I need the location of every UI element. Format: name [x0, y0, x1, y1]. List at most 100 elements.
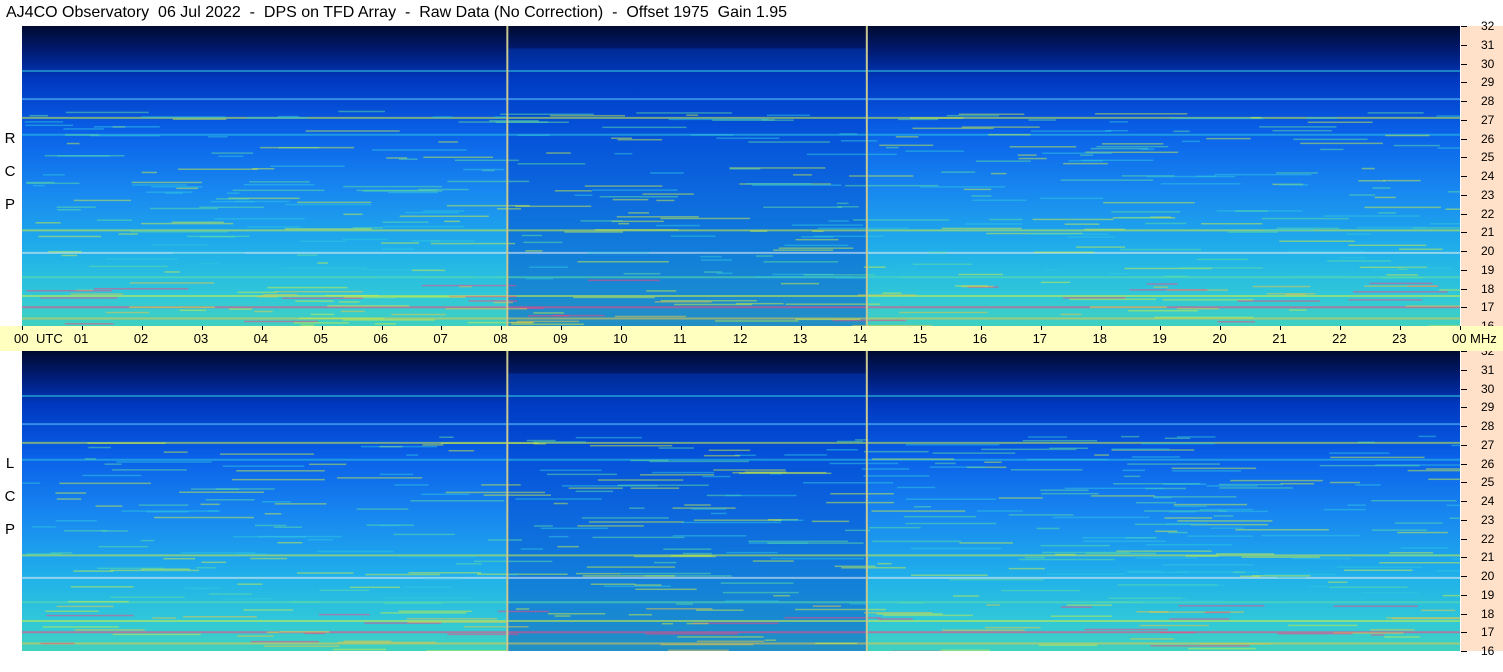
time-tick-label: 16 — [972, 331, 988, 346]
signal-streak — [1379, 561, 1460, 564]
signal-streak — [356, 189, 438, 192]
signal-streak — [1097, 601, 1143, 603]
signal-streak — [897, 486, 936, 489]
signal-streak — [1439, 289, 1460, 291]
signal-streak — [1167, 584, 1224, 587]
signal-streak — [594, 229, 679, 231]
signal-streak — [250, 557, 288, 560]
frequency-tick-label: 27 — [1481, 112, 1495, 127]
band-line — [22, 295, 1460, 297]
signal-streak — [1403, 267, 1454, 269]
spectrogram-rcp-plot — [22, 26, 1460, 326]
frequency-tick — [1461, 307, 1467, 309]
signal-streak — [1200, 222, 1263, 225]
frequency-tick-label: 30 — [1481, 56, 1495, 71]
signal-streak — [1153, 496, 1237, 498]
band-line — [22, 620, 1460, 622]
frequency-tick-label: 24 — [1481, 169, 1495, 183]
signal-streak — [1018, 157, 1047, 160]
signal-streak — [1235, 528, 1330, 531]
signal-streak — [1428, 478, 1460, 481]
signal-streak — [871, 458, 955, 460]
signal-streak — [815, 642, 858, 645]
signal-streak — [708, 449, 751, 452]
signal-streak — [508, 573, 519, 576]
time-tick-label: 20 — [1212, 331, 1227, 346]
signal-streak — [1252, 285, 1311, 288]
signal-streak — [989, 218, 1023, 221]
signal-streak — [1452, 558, 1460, 560]
signal-streak — [684, 504, 711, 506]
signal-streak — [932, 452, 1016, 454]
signal-streak — [383, 225, 464, 228]
signal-streak — [682, 552, 712, 555]
signal-streak — [636, 112, 732, 114]
signal-streak — [1164, 517, 1213, 519]
signal-streak — [405, 211, 459, 214]
signal-streak — [250, 640, 320, 643]
signal-streak — [1060, 179, 1154, 181]
signal-streak — [792, 224, 864, 226]
signal-streak — [59, 482, 151, 485]
frequency-tick-label: 17 — [1481, 300, 1495, 315]
signal-streak — [1107, 272, 1127, 275]
signal-streak — [1127, 463, 1221, 465]
signal-streak — [199, 206, 265, 209]
signal-streak — [903, 515, 977, 518]
signal-streak — [228, 308, 253, 310]
signal-streak — [1329, 481, 1361, 484]
signal-streak — [407, 621, 508, 623]
signal-streak — [88, 265, 168, 268]
signal-streak — [1176, 571, 1259, 573]
signal-streak — [293, 322, 349, 324]
signal-streak — [715, 320, 799, 322]
signal-streak — [316, 550, 394, 553]
signal-streak — [764, 639, 776, 641]
signal-streak — [517, 163, 586, 165]
signal-streak — [152, 617, 177, 619]
frequency-tick-label: 25 — [1481, 475, 1495, 490]
signal-streak — [393, 296, 466, 298]
signal-streak — [871, 510, 966, 512]
signal-streak — [1372, 187, 1391, 189]
time-tick-label: 23 — [1392, 331, 1407, 346]
signal-streak — [836, 440, 863, 443]
signal-streak — [1091, 495, 1155, 497]
signal-streak — [380, 612, 467, 614]
time-tick-label: 17 — [1032, 331, 1048, 346]
signal-streak — [614, 315, 687, 318]
signal-streak — [910, 117, 964, 119]
signal-streak — [1323, 215, 1421, 217]
signal-streak — [232, 189, 325, 192]
signal-streak — [599, 195, 678, 198]
signal-streak — [1146, 175, 1236, 178]
signal-streak — [1178, 604, 1265, 607]
frequency-axis-lcp: 16 17 18 19 20 21 22 23 24 25 26 27 28 29 30 31 32 — [1461, 344, 1503, 658]
time-tick-label: 14 — [852, 331, 868, 346]
frequency-tick — [1461, 63, 1467, 65]
signal-streak — [399, 215, 489, 218]
signal-streak — [262, 293, 298, 296]
time-tick — [800, 326, 802, 330]
signal-streak — [105, 311, 150, 314]
signal-streak — [618, 222, 630, 225]
signal-streak — [785, 303, 880, 305]
signal-streak — [654, 561, 677, 564]
signal-streak — [1185, 555, 1219, 557]
signal-streak — [1136, 501, 1177, 504]
signal-streak — [1146, 283, 1178, 285]
pol-letter: C — [4, 488, 16, 505]
signal-streak — [557, 545, 579, 548]
signal-streak — [381, 242, 420, 244]
signal-streak — [267, 286, 348, 289]
signal-streak — [614, 152, 633, 155]
signal-streak — [146, 511, 189, 513]
signal-streak — [784, 244, 849, 247]
signal-streak — [1264, 573, 1336, 576]
signal-streak — [279, 631, 330, 633]
signal-streak — [515, 608, 530, 610]
frequency-tick-label: 25 — [1481, 150, 1495, 165]
signal-streak — [695, 609, 744, 611]
signal-streak — [497, 610, 549, 613]
signal-streak — [1155, 530, 1178, 533]
